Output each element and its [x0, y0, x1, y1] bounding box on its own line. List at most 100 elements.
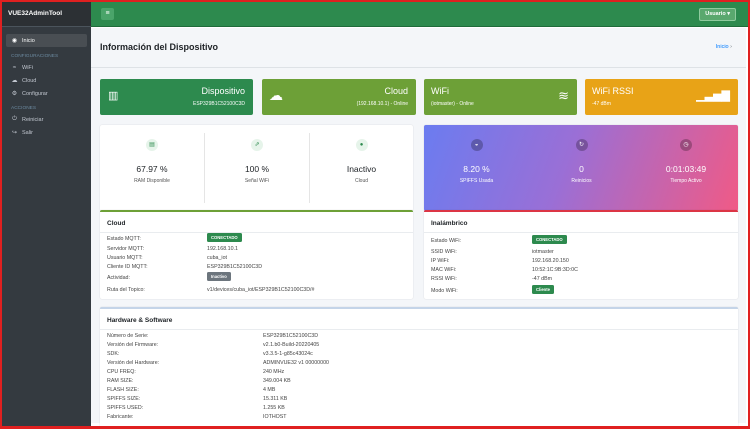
stat-label: SPIFFS Usada	[459, 178, 494, 184]
stat-cloud: ● Inactivo Cloud	[310, 125, 413, 211]
stat-reboots: ↻ 0 Reinicios	[529, 125, 634, 211]
card-title: Hardware & Software	[107, 317, 173, 324]
globe-icon: ●	[355, 139, 368, 151]
row-label: Cliente ID MQTT:	[107, 264, 148, 270]
breadcrumb: Inicio ›	[716, 44, 732, 50]
info-box-sub: ESP329B1C52100C3D	[193, 101, 245, 107]
row-value: ADMINVUE32 v1 00000000	[263, 360, 329, 366]
cloud-icon: ☁	[11, 78, 18, 84]
row-value: ESP329B1C52100C3D	[207, 264, 263, 270]
sidebar-item-label: WiFi	[22, 64, 33, 71]
row-label: Ruta del Topico:	[107, 287, 145, 293]
stat-spiffs: ◒ 8.20 % SPIFFS Usada	[424, 125, 529, 211]
gear-icon: ⚙	[11, 91, 18, 97]
divider	[100, 329, 738, 330]
top-navbar: ≡ Usuario ▾	[91, 2, 748, 27]
row-label: IP WiFi:	[431, 258, 450, 264]
stat-value: 100 %	[244, 164, 270, 174]
row-value: cuba_iot	[207, 255, 228, 261]
sidebar-item-label: Cloud	[22, 77, 37, 84]
sidebar-header-config: CONFIGURACIONES	[11, 54, 59, 59]
info-box-cloud: ☁ Cloud (192.168.10.1) - Online	[262, 79, 416, 115]
page-title: Información del Dispositivo	[100, 42, 219, 52]
row-label: SPIFFS USED:	[107, 405, 144, 411]
stat-label: Señal WiFi	[244, 178, 270, 184]
row-label: RSSI WiFi:	[431, 276, 457, 282]
info-box-sub: (iotmaster) - Online	[431, 101, 474, 107]
info-box-title: Cloud	[384, 86, 408, 96]
stats-panel-storage: ◒ 8.20 % SPIFFS Usada ↻ 0 Reinicios ◷ 0:…	[424, 125, 738, 211]
sidebar-item-label: Salir	[22, 129, 34, 136]
barcode-icon: ▥	[108, 90, 119, 102]
sidebar-item-label: Inicio	[22, 37, 35, 44]
user-label: Usuario	[705, 11, 726, 17]
stat-label: Reinicios	[571, 178, 592, 184]
stat-label: Tiempo Activo	[670, 178, 702, 184]
divider	[424, 232, 738, 233]
divider	[91, 67, 746, 68]
user-menu-button[interactable]: Usuario ▾	[699, 8, 736, 21]
row-label: SPIFFS SIZE:	[107, 396, 141, 402]
stat-value: 8.20 %	[463, 164, 490, 174]
info-box-dispositivo: ▥ Dispositivo ESP329B1C52100C3D	[100, 79, 253, 115]
sidebar-item-inicio[interactable]: ◉ Inicio	[6, 34, 87, 47]
row-value: 192.168.20.150	[532, 258, 569, 264]
info-box-sub: (192.168.10.1) - Online	[356, 101, 408, 107]
info-box-title: Dispositivo	[201, 86, 245, 96]
brand-logo[interactable]: VUE32AdminTool	[2, 2, 91, 27]
row-label: Usuario MQTT:	[107, 255, 143, 261]
stat-label: Cloud	[354, 178, 369, 184]
main-content: Información del Dispositivo Inicio › ▥ D…	[91, 28, 746, 426]
row-label: MAC WiFi:	[431, 267, 457, 273]
row-label: Versión del Hardware:	[107, 360, 160, 366]
stat-value: 0:01:03:49	[665, 164, 707, 174]
power-icon: ⏻	[12, 116, 17, 122]
sidebar-item-reiniciar[interactable]: ⏻ Reiniciar	[6, 113, 87, 126]
row-value: ESP329B1C52100C3D	[263, 333, 319, 339]
row-label: FLASH SIZE:	[107, 387, 139, 393]
sidebar-item-cloud[interactable]: ☁ Cloud	[6, 74, 87, 87]
chevron-down-icon: ▾	[727, 11, 730, 17]
sidebar-item-wifi[interactable]: ≈ WiFi	[6, 61, 87, 74]
sidebar-item-configurar[interactable]: ⚙ Configurar	[6, 87, 87, 100]
row-value: IOTHOST	[263, 414, 287, 420]
status-badge: CONECTADO	[532, 235, 567, 244]
dashboard-icon: ◉	[11, 38, 18, 44]
hdd-icon: ◒	[470, 139, 483, 151]
status-badge: CONECTADO	[207, 233, 242, 242]
row-value: -47 dBm	[532, 276, 553, 282]
stat-value: 0	[579, 164, 584, 174]
cloud-icon: ☁	[269, 87, 283, 103]
card-wireless: Inalámbrico Estado WiFi: CONECTADO SSID …	[424, 210, 738, 299]
stat-value: Inactivo	[346, 164, 377, 174]
sidebar-item-label: Configurar	[22, 90, 48, 97]
info-box-sub: -47 dBm	[592, 101, 611, 107]
menu-toggle-button[interactable]: ≡	[101, 8, 114, 20]
sidebar-item-salir[interactable]: ↪ Salir	[6, 126, 87, 139]
hamburger-icon: ≡	[105, 10, 110, 17]
row-label: Modo WiFi:	[431, 288, 458, 294]
sync-icon: ↻	[575, 139, 588, 151]
card-cloud: Cloud Estado MQTT: CONECTADO Servidor MQ…	[100, 210, 413, 299]
row-label: Estado MQTT:	[107, 236, 141, 242]
activity-badge: Inactivo	[207, 272, 231, 281]
app-window: VUE32AdminTool ◉ Inicio CONFIGURACIONES ≈…	[0, 0, 750, 429]
row-label: SSID WiFi:	[431, 249, 457, 255]
stat-uptime: ◷ 0:01:03:49 Tiempo Activo	[634, 125, 738, 211]
memory-icon: ▤	[146, 139, 158, 151]
mode-badge: Cliente	[532, 285, 554, 294]
row-label: Fabricante:	[107, 414, 134, 420]
signal-icon: ⇗	[251, 139, 263, 151]
breadcrumb-home[interactable]: Inicio	[716, 44, 729, 50]
row-value: 10:52:1C:9B:3D:0C	[532, 267, 578, 273]
row-label: Actividad:	[107, 275, 130, 281]
row-label: RAM SIZE:	[107, 378, 134, 384]
row-label: Estado WiFi:	[431, 238, 462, 244]
row-label: Servidor MQTT:	[107, 246, 145, 252]
row-value: 192.168.10.1	[207, 246, 238, 252]
row-value: v1/devices/cuba_iot/ESP329B1C52100C3D/#	[207, 287, 315, 293]
stat-ram: ▤ 67.97 % RAM Disponible	[100, 125, 204, 211]
row-value: v3.3.5-1-g85c43024c	[263, 351, 313, 357]
info-box-title: WiFi RSSI	[592, 86, 634, 96]
row-label: CPU FREQ:	[107, 369, 136, 375]
